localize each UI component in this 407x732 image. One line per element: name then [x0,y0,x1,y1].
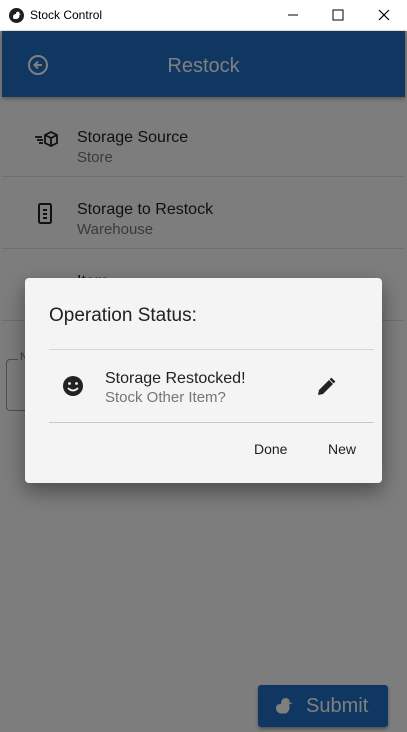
done-button[interactable]: Done [254,441,287,457]
pencil-icon[interactable] [315,376,337,398]
window-titlebar: Stock Control [0,0,407,31]
divider [49,422,374,423]
maximize-icon [332,9,344,21]
duck-logo-icon [9,8,24,23]
maximize-button[interactable] [315,0,361,31]
minimize-button[interactable] [270,0,316,31]
status-message: Storage Restocked! [105,370,246,387]
window-title: Stock Control [30,8,103,22]
smiley-icon [62,375,84,397]
dialog-title: Operation Status: [49,305,197,326]
minimize-icon [288,14,298,16]
divider [49,349,374,350]
new-button[interactable]: New [328,441,356,457]
status-question: Stock Other Item? [105,389,226,406]
operation-status-dialog: Operation Status: Storage Restocked! Sto… [25,278,382,483]
close-button[interactable] [361,0,407,31]
close-icon [378,9,390,21]
